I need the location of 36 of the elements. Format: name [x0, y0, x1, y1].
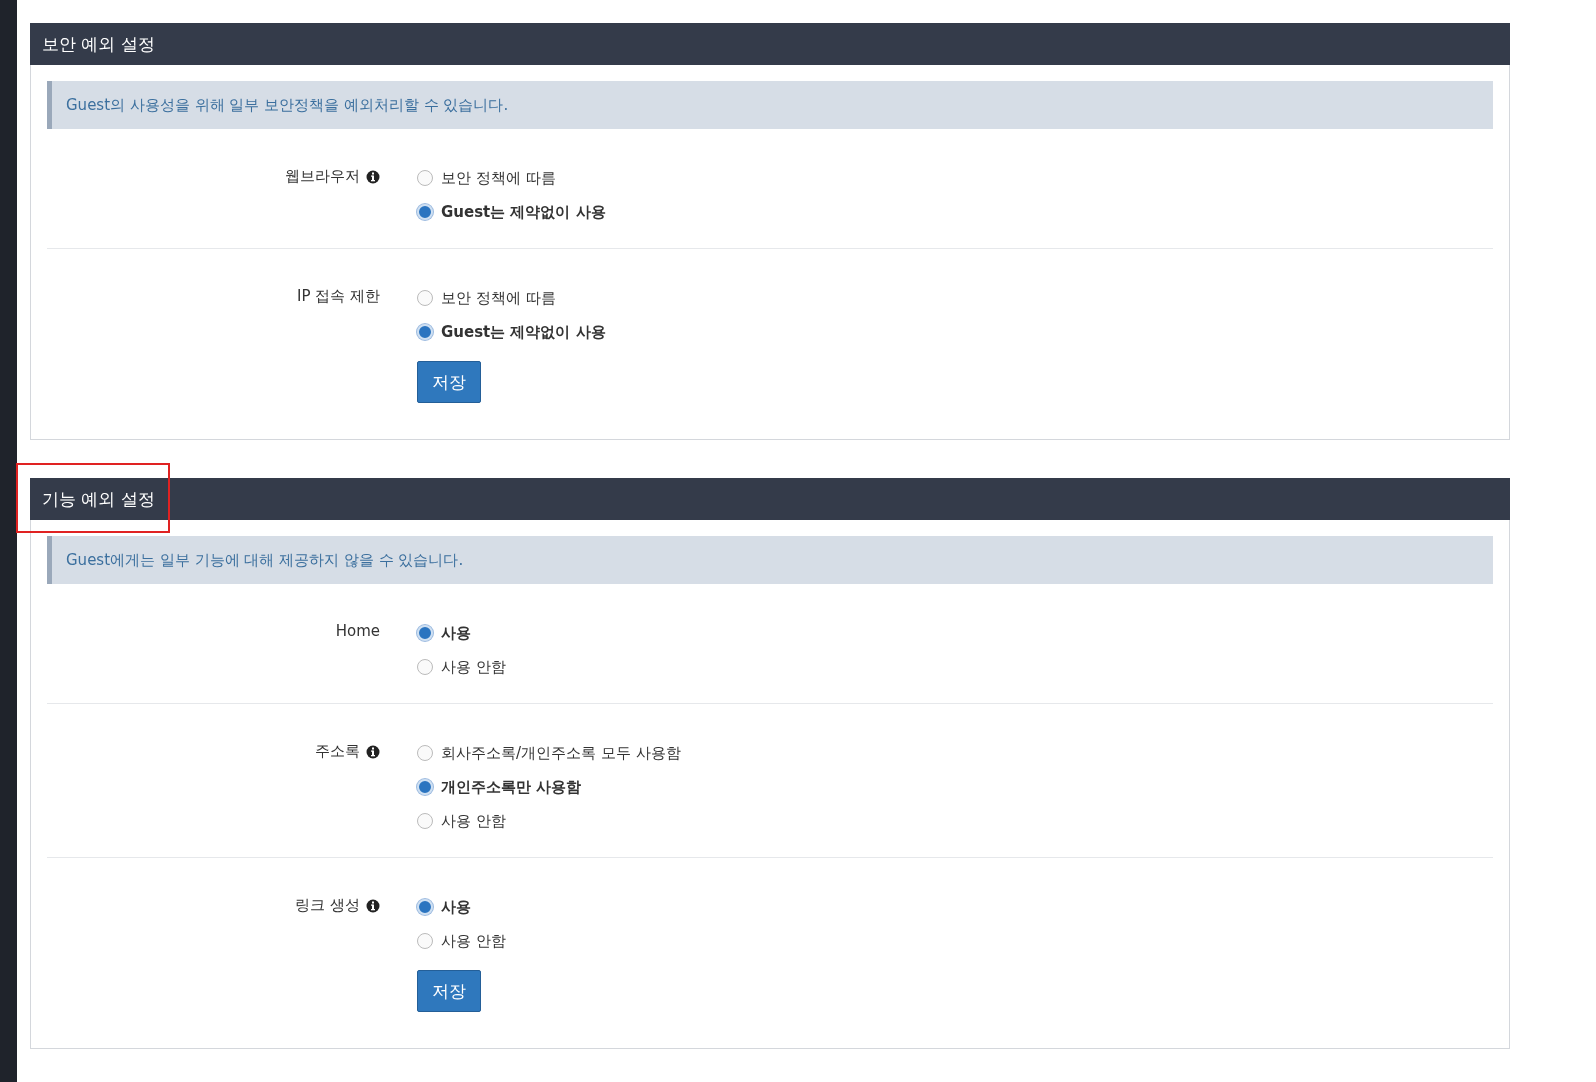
radio-option[interactable]: 사용 안함 — [417, 924, 506, 958]
radio-button[interactable] — [417, 290, 433, 306]
info-icon[interactable] — [366, 170, 380, 184]
notice-text: Guest의 사용성을 위해 일부 보안정책을 예외처리할 수 있습니다. — [66, 95, 509, 115]
radio-option[interactable]: 회사주소록/개인주소록 모두 사용함 — [417, 736, 681, 770]
panel-title: 보안 예외 설정 — [42, 32, 155, 56]
radio-button[interactable] — [417, 324, 433, 340]
radio-button[interactable] — [417, 899, 433, 915]
radio-button[interactable] — [417, 625, 433, 641]
setting-label: 웹브라우저 — [285, 167, 360, 186]
radio-button[interactable] — [417, 933, 433, 949]
radio-option[interactable]: Guest는 제약없이 사용 — [417, 195, 606, 229]
radio-button[interactable] — [417, 745, 433, 761]
radio-option[interactable]: 사용 — [417, 616, 471, 650]
save-button[interactable]: 저장 — [417, 361, 481, 403]
radio-button[interactable] — [417, 813, 433, 829]
radio-button[interactable] — [417, 204, 433, 220]
radio-option[interactable]: 보안 정책에 따름 — [417, 161, 556, 195]
radio-button[interactable] — [417, 779, 433, 795]
setting-label: 주소록 — [315, 742, 360, 761]
radio-option[interactable]: 사용 — [417, 890, 471, 924]
radio-option[interactable]: Guest는 제약없이 사용 — [417, 315, 606, 349]
setting-label: Home — [335, 622, 380, 640]
setting-label: IP 접속 제한 — [297, 287, 380, 306]
radio-option[interactable]: 사용 안함 — [417, 804, 506, 838]
info-icon[interactable] — [366, 899, 380, 913]
radio-option[interactable]: 개인주소록만 사용함 — [417, 770, 582, 804]
radio-option[interactable]: 사용 안함 — [417, 650, 506, 684]
setting-label: 링크 생성 — [295, 896, 360, 915]
save-button[interactable]: 저장 — [417, 970, 481, 1012]
notice-text: Guest에게는 일부 기능에 대해 제공하지 않을 수 있습니다. — [66, 550, 464, 570]
radio-button[interactable] — [417, 659, 433, 675]
radio-button[interactable] — [417, 170, 433, 186]
panel-title: 기능 예외 설정 — [42, 487, 155, 511]
radio-option[interactable]: 보안 정책에 따름 — [417, 281, 556, 315]
info-icon[interactable] — [366, 745, 380, 759]
